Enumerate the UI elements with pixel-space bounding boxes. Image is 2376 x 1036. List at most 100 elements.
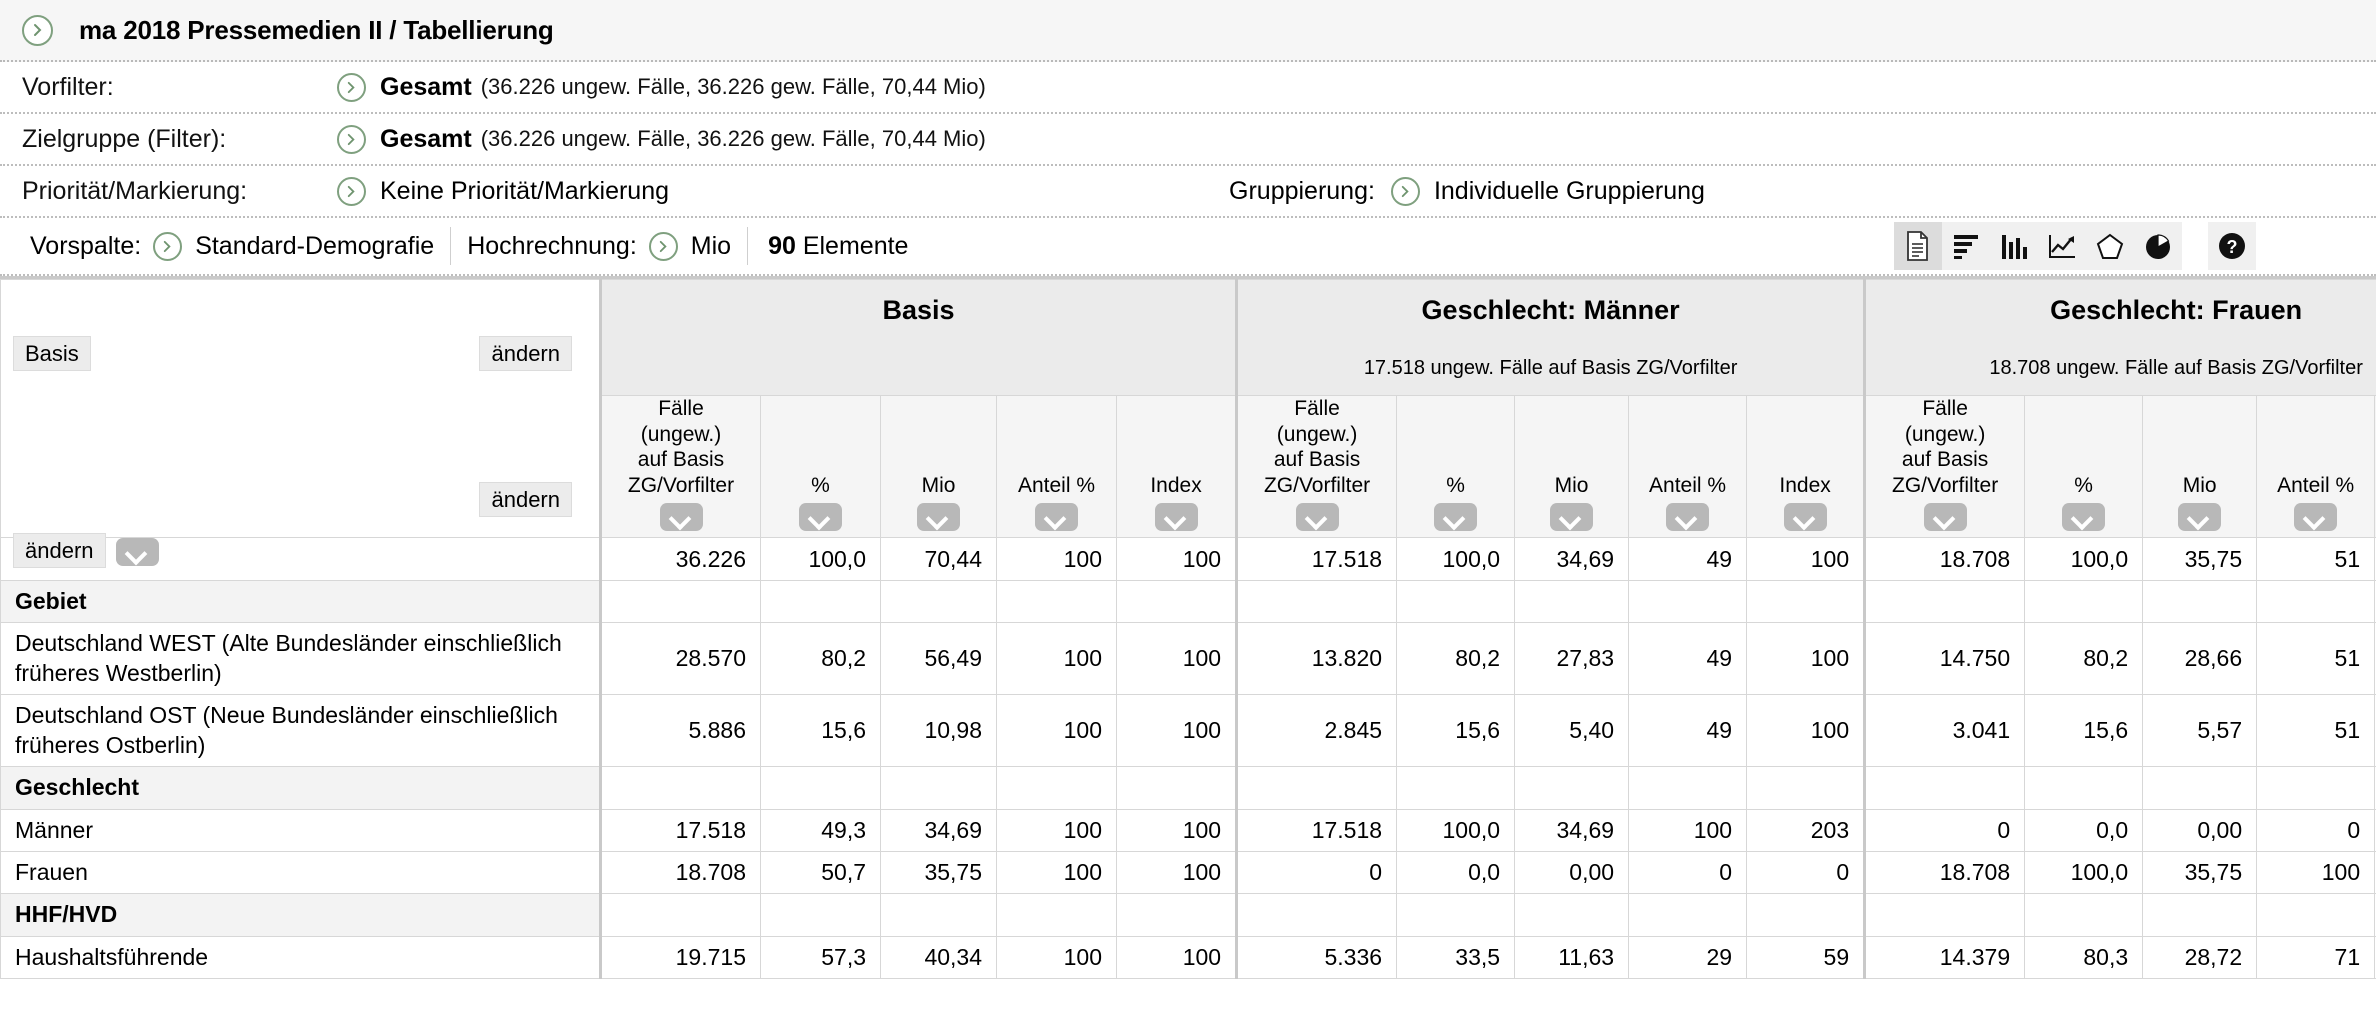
group-subtitle-frauen: 18.708 ungew. Fälle auf Basis ZG/Vorfilt… — [1863, 341, 2376, 396]
help-question-icon[interactable]: ? — [2208, 222, 2256, 270]
chevron-down-icon[interactable] — [2294, 503, 2338, 532]
table-cell: 49,3 — [760, 808, 881, 852]
column-header: Fälle (ungew.) auf Basis ZG/Vorfilter — [1863, 394, 2026, 539]
table-section-row[interactable]: Gebiet — [0, 579, 2376, 624]
chevron-down-icon[interactable] — [1550, 503, 1594, 532]
vorfilter-value-group[interactable]: Gesamt (36.226 ungew. Fälle, 36.226 gew.… — [337, 72, 986, 102]
vertical-bar-chart-icon[interactable] — [1990, 222, 2038, 270]
table-cell — [2024, 766, 2144, 810]
table-cell: 100 — [1115, 622, 1238, 696]
table-cell: 100 — [1746, 622, 1866, 696]
table-cell: 80,2 — [1396, 622, 1516, 696]
table-cell — [599, 893, 761, 937]
data-table-container[interactable]: Basis ändern ändern ändern Basis Geschle… — [0, 276, 2376, 1036]
table-cell: 18.708 — [1863, 537, 2026, 581]
chevron-down-icon[interactable] — [799, 503, 842, 532]
table-cell: 70,44 — [880, 537, 997, 581]
column-header: Index — [1746, 394, 1866, 539]
table-cell: 100,0 — [1396, 537, 1516, 581]
chevron-right-circle-icon[interactable] — [337, 124, 366, 154]
chevron-down-icon[interactable] — [1923, 503, 1967, 532]
table-cell: 80,3 — [2024, 935, 2144, 980]
chevron-down-icon[interactable] — [2062, 503, 2106, 532]
chevron-right-circle-icon[interactable] — [337, 176, 366, 206]
table-cell: 100,0 — [1396, 808, 1516, 852]
table-cell: 0 — [2256, 808, 2376, 852]
column-header-label: Fälle (ungew.) auf Basis ZG/Vorfilter — [1263, 397, 1371, 497]
column-header-label: Mio — [921, 473, 956, 497]
hochrechnung-group[interactable]: Hochrechnung: Mio — [451, 231, 747, 261]
table-cell: 56,49 — [880, 622, 997, 696]
table-cell: 50,7 — [760, 850, 881, 895]
table-corner-controls[interactable]: Basis ändern ändern ändern — [0, 279, 602, 569]
chevron-right-circle-icon[interactable] — [337, 72, 366, 102]
table-cell — [2024, 579, 2144, 624]
column-header: Fälle (ungew.) auf Basis ZG/Vorfilter — [1235, 394, 1398, 539]
gruppierung-group[interactable]: Gruppierung: Individuelle Gruppierung — [1229, 176, 1705, 206]
table-row[interactable]: Männer 17.518 49,3 34,69 100 100 17.518 100,0 34… — [0, 808, 2376, 852]
table-cell: 15,6 — [2024, 694, 2144, 768]
table-cell: 51 — [2256, 694, 2376, 768]
table-cell: 17.518 — [1235, 808, 1398, 852]
table-cell: 34,69 — [1514, 808, 1630, 852]
table-row[interactable]: Frauen 18.708 50,7 35,75 100 100 0 0,0 0,00 0 0 18.… — [0, 850, 2376, 895]
vorspalte-group[interactable]: Vorspalte: Standard-Demografie — [14, 231, 450, 261]
chevron-down-icon[interactable] — [659, 503, 703, 532]
filter-row-zielgruppe: Zielgruppe (Filter): Gesamt (36.226 unge… — [0, 114, 2376, 166]
filter-row-prioritaet: Priorität/Markierung: Keine Priorität/Ma… — [0, 166, 2376, 218]
chevron-down-icon[interactable] — [1035, 503, 1078, 532]
chevron-down-icon[interactable] — [1154, 503, 1198, 532]
data-table: Basis ändern ändern ändern Basis Geschle… — [0, 279, 2376, 980]
table-cell — [599, 579, 761, 624]
row-label: Haushaltsführende — [0, 935, 602, 980]
chevron-down-icon[interactable] — [1295, 503, 1339, 532]
chevron-down-icon[interactable] — [2178, 503, 2222, 532]
chevron-right-circle-icon[interactable] — [153, 231, 183, 261]
change-button-values[interactable]: ändern — [479, 482, 572, 518]
chevron-down-icon[interactable] — [917, 503, 960, 532]
prioritaet-value-group[interactable]: Keine Priorität/Markierung — [337, 176, 669, 206]
table-cell — [880, 893, 997, 937]
basis-button[interactable]: Basis — [13, 336, 91, 372]
column-header: Mio — [880, 394, 997, 539]
table-row[interactable]: Haushaltsführende 19.715 57,3 40,34 100 100 5.… — [0, 935, 2376, 980]
line-chart-icon[interactable] — [2038, 222, 2086, 270]
change-button-columns[interactable]: ändern — [479, 336, 572, 372]
zielgruppe-value: Gesamt — [380, 124, 472, 153]
table-cell — [1115, 579, 1238, 624]
elements-count-group: 90 Elemente — [748, 232, 928, 261]
table-section-row[interactable]: Geschlecht — [0, 766, 2376, 810]
column-header: Index — [1115, 394, 1238, 539]
chevron-down-icon[interactable] — [115, 537, 159, 566]
horizontal-bar-chart-icon[interactable] — [1942, 222, 1990, 270]
table-row[interactable]: Deutschland WEST (Alte Bundesländer eins… — [0, 622, 2376, 696]
column-header: Mio — [1514, 394, 1630, 539]
chevron-down-icon[interactable] — [1666, 503, 1710, 532]
zielgruppe-label: Zielgruppe (Filter): — [22, 124, 227, 153]
chevron-down-icon[interactable] — [1434, 503, 1478, 532]
chevron-right-circle-icon[interactable] — [648, 231, 678, 261]
table-cell — [1514, 579, 1630, 624]
vorspalte-row: Vorspalte: Standard-Demografie Hochrechn… — [0, 218, 2376, 276]
table-cell: 100,0 — [2024, 537, 2144, 581]
table-row[interactable]: Basis36.226100,070,4410010017.518100,034… — [0, 537, 2376, 581]
chevron-down-icon[interactable] — [1783, 503, 1827, 532]
document-table-icon[interactable] — [1894, 222, 1942, 270]
table-section-row[interactable]: HHF/HVD — [0, 893, 2376, 937]
zielgruppe-value-group[interactable]: Gesamt (36.226 ungew. Fälle, 36.226 gew.… — [337, 124, 986, 154]
table-cell: 27,83 — [1514, 622, 1630, 696]
change-button-rows-group[interactable]: ändern — [13, 533, 159, 569]
table-cell — [1628, 893, 1748, 937]
change-button-rows[interactable]: ändern — [13, 533, 106, 569]
table-cell: 100,0 — [2024, 850, 2144, 895]
column-header: % — [760, 394, 881, 539]
column-header-label: Mio — [1554, 473, 1589, 497]
chevron-right-circle-icon[interactable] — [1390, 176, 1420, 206]
pie-chart-icon[interactable] — [2134, 222, 2182, 270]
table-row[interactable]: Deutschland OST (Neue Bundesländer einsc… — [0, 694, 2376, 768]
table-cell: 51 — [2256, 622, 2376, 696]
radar-pentagon-chart-icon[interactable] — [2086, 222, 2134, 270]
chevron-right-circle-icon[interactable] — [22, 14, 53, 46]
table-cell: 100 — [1628, 808, 1748, 852]
table-cell: 0 — [1863, 808, 2026, 852]
